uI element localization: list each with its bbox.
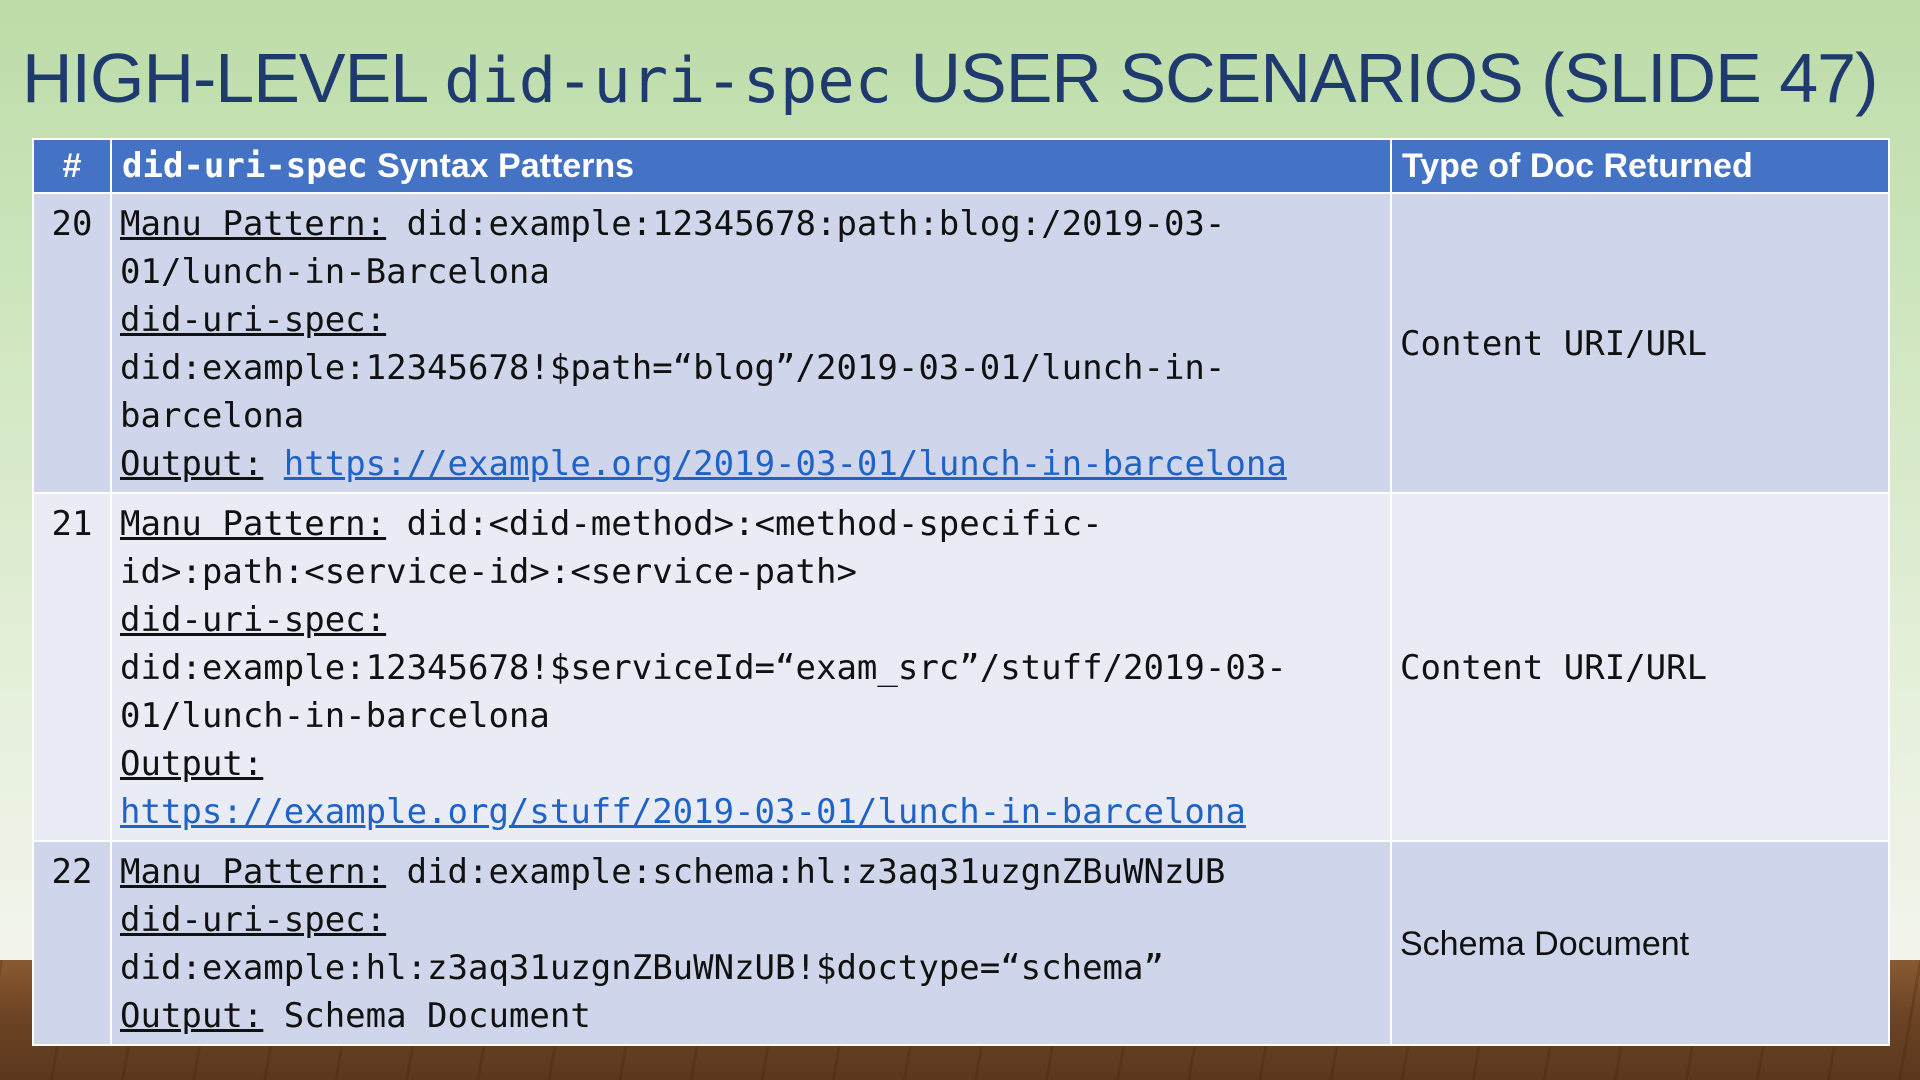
header-pattern-rest: Syntax Patterns [367,147,635,185]
row-number: 20 [32,192,112,494]
doc-type-cell: Content URI/URL [1390,192,1890,494]
manu-pattern-line: Manu Pattern: did:<did-method>:<method-s… [120,500,1382,548]
doc-type-cell: Schema Document [1390,840,1890,1046]
manu-pattern-continued: 01/lunch-in-Barcelona [120,252,550,292]
header-pattern-code: did-uri-spec [122,146,368,186]
header-pattern: did-uri-spec Syntax Patterns [110,138,1392,194]
output-value: Schema Document [263,996,591,1036]
title-prefix: HIGH-LEVEL [22,39,445,117]
manu-pattern-value: did:example:schema:hl:z3aq31uzgnZBuWNzUB [386,852,1226,892]
manu-pattern-line: Manu Pattern: did:example:12345678:path:… [120,200,1382,248]
row-number: 21 [32,492,112,842]
pattern-cell: Manu Pattern: did:example:12345678:path:… [110,192,1392,494]
slide-title: HIGH-LEVEL did-uri-spec USER SCENARIOS (… [22,38,1912,118]
spec-label: did-uri-spec: [120,600,387,640]
output-line: Output: Schema Document [120,992,1382,1040]
spec-value: did:example:12345678!$path=“blog”/2019-0… [120,348,1226,388]
table-row: 21 Manu Pattern: did:<did-method>:<metho… [32,492,1890,842]
manu-pattern-label: Manu Pattern: [120,504,387,544]
spec-value: did:example:hl:z3aq31uzgnZBuWNzUB!$docty… [120,948,1164,988]
output-line: Output: https://example.org/2019-03-01/l… [120,440,1382,488]
doc-type-cell: Content URI/URL [1390,492,1890,842]
spec-value: did:example:12345678!$serviceId=“exam_sr… [120,648,1287,688]
output-label: Output: [120,744,264,784]
output-link[interactable]: https://example.org/stuff/2019-03-01/lun… [120,792,1246,832]
output-label-line: Output: [120,740,1382,788]
spec-label: did-uri-spec: [120,900,387,940]
spec-label-line: did-uri-spec: [120,896,1382,944]
table-row: 20 Manu Pattern: did:example:12345678:pa… [32,192,1890,494]
output-link[interactable]: https://example.org/2019-03-01/lunch-in-… [284,444,1287,484]
spec-label-line: did-uri-spec: [120,296,1382,344]
title-suffix: USER SCENARIOS (SLIDE 47) [892,39,1878,117]
output-label: Output: [120,444,264,484]
output-link-line: https://example.org/stuff/2019-03-01/lun… [120,788,1382,836]
manu-pattern-label: Manu Pattern: [120,204,387,244]
manu-pattern-continued: id>:path:<service-id>:<service-path> [120,552,857,592]
spec-label: did-uri-spec: [120,300,387,340]
scenario-table: # did-uri-spec Syntax Patterns Type of D… [32,138,1890,1046]
table-header-row: # did-uri-spec Syntax Patterns Type of D… [32,138,1890,194]
spec-value-continued: barcelona [120,396,305,436]
manu-pattern-value: did:<did-method>:<method-specific- [386,504,1103,544]
title-code: did-uri-spec [444,44,893,117]
spec-value-continued: 01/lunch-in-barcelona [120,696,550,736]
pattern-cell: Manu Pattern: did:<did-method>:<method-s… [110,492,1392,842]
row-number: 22 [32,840,112,1046]
header-number: # [32,138,112,194]
manu-pattern-value: did:example:12345678:path:blog:/2019-03- [386,204,1226,244]
spec-label-line: did-uri-spec: [120,596,1382,644]
pattern-cell: Manu Pattern: did:example:schema:hl:z3aq… [110,840,1392,1046]
header-doc-type: Type of Doc Returned [1390,138,1890,194]
manu-pattern-line: Manu Pattern: did:example:schema:hl:z3aq… [120,848,1382,896]
manu-pattern-label: Manu Pattern: [120,852,387,892]
output-label: Output: [120,996,264,1036]
table-row: 22 Manu Pattern: did:example:schema:hl:z… [32,840,1890,1046]
